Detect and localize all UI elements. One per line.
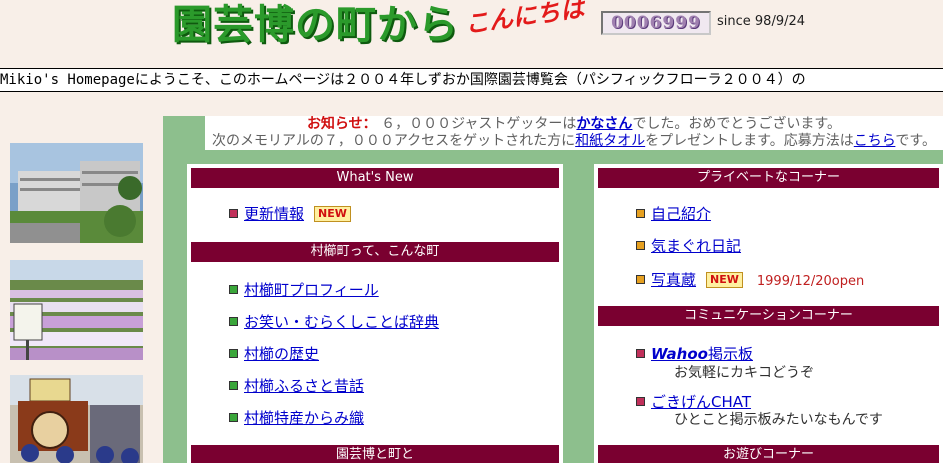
section-header-community: コミュニケーションコーナー xyxy=(598,306,939,326)
access-counter: 0006999 xyxy=(601,11,711,35)
site-logo-greeting: こんにちは xyxy=(463,0,586,39)
bullet-icon xyxy=(229,285,238,294)
bullet-icon xyxy=(229,349,238,358)
new-badge-icon: NEW xyxy=(706,272,743,288)
menu-item-updates: 更新情報 NEW xyxy=(229,204,351,224)
notice-winner-link[interactable]: かなさん xyxy=(576,116,632,132)
section-header-expo: 園芸博と町と xyxy=(191,445,559,463)
notice-line2-post: です。 xyxy=(895,133,936,149)
updates-link[interactable]: 更新情報 xyxy=(244,205,304,223)
town-profile-link[interactable]: 村櫛町プロフィール xyxy=(244,281,379,299)
bullet-icon xyxy=(636,241,645,250)
bullet-icon xyxy=(636,397,645,406)
section-header-private: プライベートなコーナー xyxy=(598,168,939,188)
menu-item-dictionary: お笑い・むらくしことば辞典 xyxy=(229,312,439,332)
menu-item-textile: 村櫛特産からみ織 xyxy=(229,408,364,428)
apply-method-link[interactable]: こちら xyxy=(854,133,896,149)
bbs-label: 掲示板 xyxy=(707,345,753,363)
menu-item-profile: 村櫛町プロフィール xyxy=(229,280,379,300)
festival-photo xyxy=(10,375,143,463)
textile-link[interactable]: 村櫛特産からみ織 xyxy=(244,409,364,427)
notice-box: お知らせ： ６，０００ジャストゲッターはかなさんでした。おめでとうございます。 … xyxy=(205,116,943,150)
menu-item-bbs: Wahoo掲示板 xyxy=(636,344,753,364)
section-header-whats-new: What's New xyxy=(191,168,559,188)
bullet-icon xyxy=(229,209,238,218)
menu-item-diary: 気まぐれ日記 xyxy=(636,236,741,256)
dialect-dictionary-link[interactable]: お笑い・むらくしことば辞典 xyxy=(244,313,439,331)
bullet-icon xyxy=(636,209,645,218)
counter-since-text: since 98/9/24 xyxy=(717,14,806,29)
notice-line2-mid: をプレゼントします。応募方法は xyxy=(645,133,854,149)
bullet-icon xyxy=(636,275,645,284)
welcome-marquee: Mikio's Homepageにようこそ、このホームページは２００４年しずおか… xyxy=(0,68,943,92)
notice-line1-post: でした。おめでとうございます。 xyxy=(632,116,842,132)
section-header-play: お遊びコーナー xyxy=(598,445,939,463)
bullet-icon xyxy=(229,317,238,326)
menu-item-folktales: 村櫛ふるさと昔話 xyxy=(229,376,364,396)
notice-line1-pre: ６，０００ジャストゲッターは xyxy=(381,116,577,132)
building-photo xyxy=(10,143,143,243)
wahoo-bbs-link[interactable]: Wahoo掲示板 xyxy=(651,345,753,363)
bullet-icon xyxy=(229,413,238,422)
wahoo-label: Wahoo xyxy=(651,345,708,363)
bullet-icon xyxy=(229,381,238,390)
notice-label: お知らせ： xyxy=(306,116,377,132)
bullet-icon xyxy=(636,349,645,358)
self-intro-link[interactable]: 自己紹介 xyxy=(651,205,711,223)
photo-gallery-link[interactable]: 写真蔵 xyxy=(651,271,696,289)
site-logo-title: 園芸博の町から xyxy=(172,2,459,48)
history-link[interactable]: 村櫛の歴史 xyxy=(244,345,319,363)
menu-item-photos: 写真蔵 NEW 1999/12/20open xyxy=(636,270,864,292)
chat-description: ひとこと掲示板みたいなもんです xyxy=(674,412,883,428)
bbs-description: お気軽にカキコどうぞ xyxy=(674,365,814,381)
menu-item-self-intro: 自己紹介 xyxy=(636,204,711,224)
new-badge-icon: NEW xyxy=(314,206,351,222)
diary-link[interactable]: 気まぐれ日記 xyxy=(651,237,741,255)
washi-towel-link[interactable]: 和紙タオル xyxy=(575,133,645,149)
folktales-link[interactable]: 村櫛ふるさと昔話 xyxy=(244,377,364,395)
menu-item-history: 村櫛の歴史 xyxy=(229,344,319,364)
notice-line2-pre: 次のメモリアルの７，０００アクセスをゲットされた方に xyxy=(212,133,576,149)
flower-field-photo xyxy=(10,260,143,360)
photo-open-date: 1999/12/20open xyxy=(756,274,865,289)
left-menu-panel: What's New 更新情報 NEW 村櫛町って、こんな町 村櫛町プロフィール … xyxy=(187,164,563,463)
section-header-town: 村櫛町って、こんな町 xyxy=(191,242,559,262)
right-menu-panel: プライベートなコーナー 自己紹介 気まぐれ日記 写真蔵 NEW 1999/12/20… xyxy=(594,164,943,463)
